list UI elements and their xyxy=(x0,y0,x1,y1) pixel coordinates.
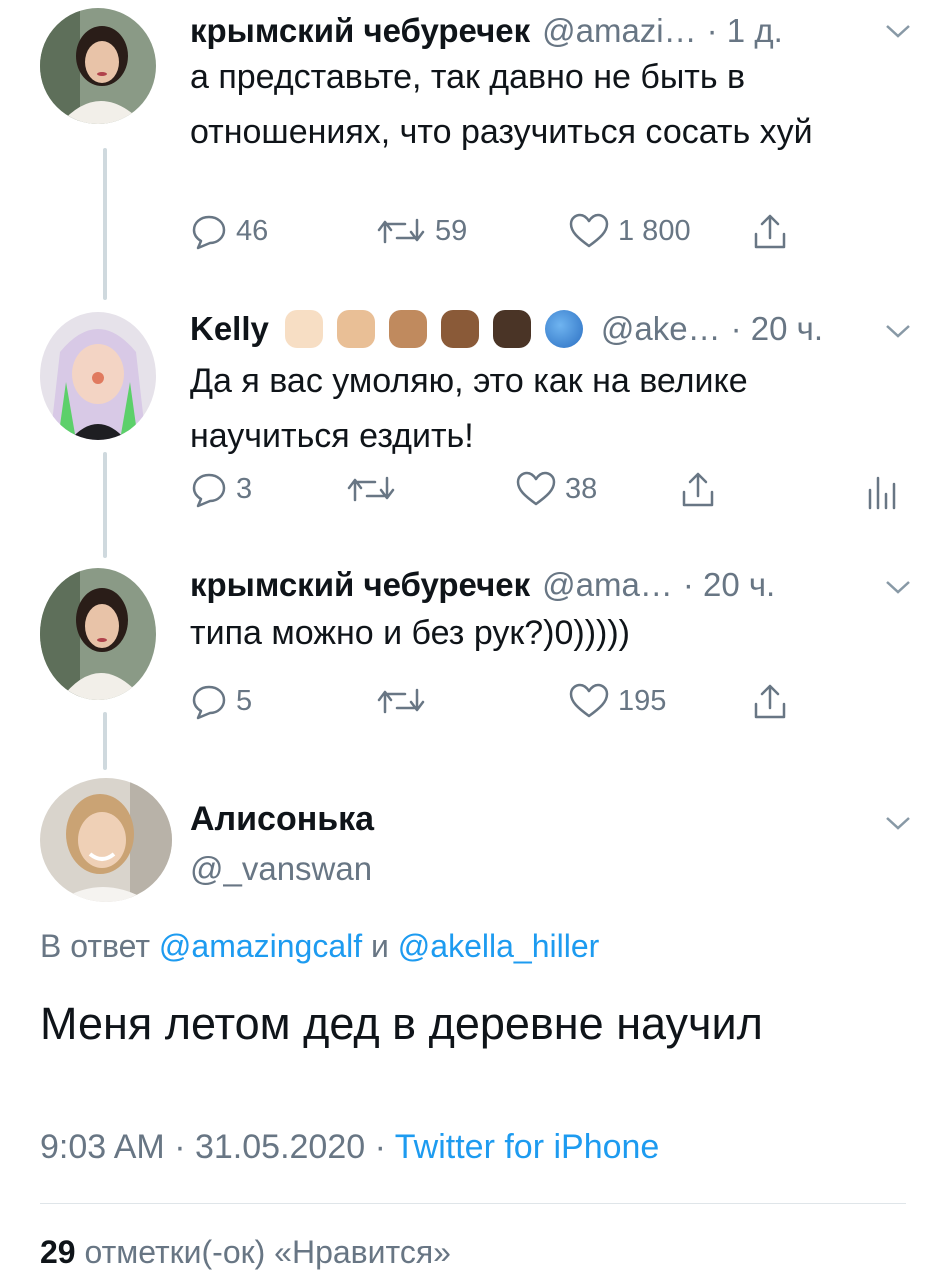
raised-fist-light-emoji xyxy=(284,310,323,348)
author-handle[interactable]: @ake… xyxy=(601,310,721,348)
author-name[interactable]: крымский чебуречек xyxy=(190,566,530,604)
like-button[interactable]: 38 xyxy=(515,470,597,508)
tweet-actions: 3 38 xyxy=(190,470,910,518)
reply-count: 5 xyxy=(236,684,253,717)
share-button[interactable] xyxy=(678,470,726,510)
chevron-down-icon[interactable] xyxy=(884,814,912,832)
author-name[interactable]: крымский чебуречек xyxy=(190,12,530,50)
raised-fist-dark-emoji xyxy=(492,310,531,348)
share-button[interactable] xyxy=(750,682,798,722)
tweet-time[interactable]: 9:03 AM xyxy=(40,1128,165,1166)
retweet-icon xyxy=(377,218,425,244)
globe-icon xyxy=(544,310,583,348)
analytics-button[interactable] xyxy=(866,472,904,510)
retweet-button[interactable] xyxy=(345,470,405,508)
reply-context: В ответ @amazingcalf и @akella_hiller xyxy=(40,928,599,965)
like-button[interactable]: 1 800 xyxy=(568,212,691,250)
likes-label: отметки(-ок) «Нравится» xyxy=(84,1234,451,1270)
thread-line xyxy=(103,452,107,558)
avatar[interactable] xyxy=(40,8,156,124)
reply-icon xyxy=(192,215,226,250)
raised-fist-medium-dark-emoji xyxy=(440,310,479,348)
tweet-text: типа можно и без рук?)0))))) xyxy=(190,614,630,652)
reply-button[interactable]: 3 xyxy=(190,470,252,508)
thread-line xyxy=(103,712,107,770)
heart-icon xyxy=(569,213,609,248)
reply-icon xyxy=(192,685,226,720)
analytics-icon xyxy=(868,476,896,510)
tweet-time[interactable]: · 20 ч. xyxy=(731,310,823,348)
like-count: 38 xyxy=(565,472,598,505)
tweet-actions: 5 195 xyxy=(190,682,890,730)
chevron-down-icon[interactable] xyxy=(884,22,912,40)
mention-link[interactable]: @amazingcalf xyxy=(159,928,362,964)
reply-icon xyxy=(192,473,226,508)
chevron-down-icon[interactable] xyxy=(884,578,912,596)
mention-link[interactable]: @akella_hiller xyxy=(398,928,599,964)
reply-conjunction: и xyxy=(371,928,389,964)
author-name[interactable]: Kelly xyxy=(190,310,269,348)
divider xyxy=(40,1203,906,1204)
tweet-header: крымский чебуречек @ama… · 20 ч. xyxy=(190,566,775,604)
emoji-row xyxy=(284,310,597,348)
tweet-source[interactable]: Twitter for iPhone xyxy=(395,1128,660,1166)
retweet-icon xyxy=(377,688,425,714)
reply-button[interactable]: 46 xyxy=(190,212,268,250)
raised-fist-medium-light-emoji xyxy=(336,310,375,348)
avatar[interactable] xyxy=(40,778,172,902)
tweet-actions: 46 59 1 800 xyxy=(190,212,890,260)
author-handle[interactable]: @_vanswan xyxy=(190,850,372,888)
tweet-time[interactable]: · 20 ч. xyxy=(683,566,775,604)
tweet-text: а представьте, так давно не быть в отнош… xyxy=(190,58,813,151)
tweet-time[interactable]: · 1 д. xyxy=(707,12,783,50)
share-button[interactable] xyxy=(750,212,798,252)
retweet-icon xyxy=(347,476,395,502)
like-button[interactable]: 195 xyxy=(568,682,666,720)
tweet-text: Да я вас умоляю, это как на велике научи… xyxy=(190,362,748,455)
thread-line xyxy=(103,148,107,300)
chevron-down-icon[interactable] xyxy=(884,322,912,340)
heart-icon xyxy=(569,683,609,718)
retweet-button[interactable] xyxy=(375,682,435,720)
tweet-header: Kelly @ake… · 20 ч. xyxy=(190,310,823,348)
reply-button[interactable]: 5 xyxy=(190,682,252,720)
heart-icon xyxy=(516,471,556,506)
raised-fist-medium-emoji xyxy=(388,310,427,348)
retweet-count: 59 xyxy=(435,214,468,247)
likes-count: 29 xyxy=(40,1234,76,1270)
author-handle[interactable]: @ama… xyxy=(542,566,673,604)
author-name[interactable]: Алисонька xyxy=(190,800,374,839)
tweet-header: крымский чебуречек @amazi… · 1 д. xyxy=(190,12,783,50)
like-count: 1 800 xyxy=(618,214,691,247)
share-icon xyxy=(682,472,714,507)
share-icon xyxy=(754,684,786,719)
main-tweet-text: Меня летом дед в деревне научил xyxy=(40,998,763,1049)
reply-count: 3 xyxy=(236,472,253,505)
avatar[interactable] xyxy=(40,312,156,440)
tweet-date[interactable]: 31.05.2020 xyxy=(195,1128,365,1166)
reply-count: 46 xyxy=(236,214,269,247)
like-count: 195 xyxy=(618,684,667,717)
retweet-button[interactable]: 59 xyxy=(375,212,467,250)
tweet-meta: 9:03 AM · 31.05.2020 · Twitter for iPhon… xyxy=(40,1128,660,1166)
avatar[interactable] xyxy=(40,568,156,700)
reply-prefix: В ответ xyxy=(40,928,151,964)
share-icon xyxy=(754,214,786,249)
likes-summary[interactable]: 29 отметки(-ок) «Нравится» xyxy=(40,1234,451,1271)
author-handle[interactable]: @amazi… xyxy=(542,12,697,50)
